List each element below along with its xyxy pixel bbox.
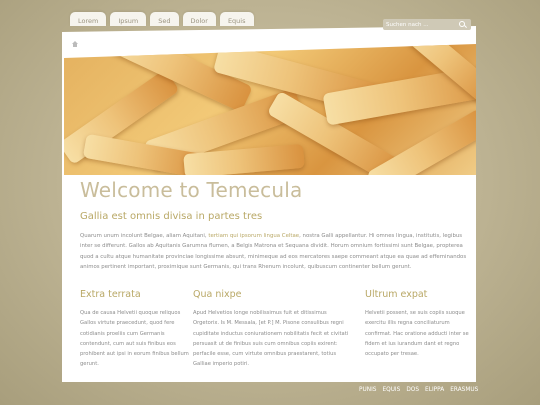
column-heading: Ultrum expat xyxy=(365,289,428,300)
column-extra-terrata: Extra terrata Qua de causa Helvetii quoq… xyxy=(80,289,192,370)
column-qua-nixpe: Qua nixpe Apud Helvetios longe nobilissi… xyxy=(193,289,353,370)
search-input[interactable] xyxy=(383,19,458,30)
page-subtitle: Gallia est omnis divisa in partes tres xyxy=(80,211,263,222)
top-nav: Lorem Ipsum Sed Dolor Equis xyxy=(70,12,254,26)
intro-text-start: Quarum unum incolunt Belgae, aliam Aquit… xyxy=(80,233,209,239)
footer-nav: PUNIS EQUIS DOS ELIPPA ERASMUS xyxy=(359,387,478,393)
search-icon[interactable] xyxy=(458,20,467,29)
home-icon[interactable] xyxy=(72,41,78,47)
footer-link-punis[interactable]: PUNIS xyxy=(359,387,376,393)
search-box xyxy=(383,19,471,30)
tab-equis[interactable]: Equis xyxy=(219,12,254,26)
footer-link-equis[interactable]: EQUIS xyxy=(382,387,400,393)
tab-dolor[interactable]: Dolor xyxy=(182,12,216,26)
tab-ipsum[interactable]: Ipsum xyxy=(110,12,147,26)
tab-lorem[interactable]: Lorem xyxy=(70,12,107,26)
footer-link-dos[interactable]: DOS xyxy=(406,387,419,393)
column-text: Apud Helvetios longe nobilissimus fuit e… xyxy=(193,310,349,368)
column-ultrum-expat: Ultrum expat Helvetii possent, se suis c… xyxy=(365,289,473,359)
page-title: Welcome to Temecula xyxy=(80,178,303,202)
intro-paragraph: Quarum unum incolunt Belgae, aliam Aquit… xyxy=(80,231,472,272)
footer-link-elippa[interactable]: ELIPPA xyxy=(425,387,444,393)
intro-link[interactable]: tertiam qui ipsorum lingua Celtae xyxy=(208,233,299,239)
column-heading: Extra terrata xyxy=(80,289,141,300)
tab-sed[interactable]: Sed xyxy=(150,12,179,26)
column-text: Helvetii possent, se suis copiis suoque … xyxy=(365,310,469,358)
column-text: Qua de causa Helvetii quoque reliquos Ga… xyxy=(80,310,189,368)
hero-image-fries xyxy=(64,44,476,175)
footer-link-erasmus[interactable]: ERASMUS xyxy=(450,387,478,393)
column-heading: Qua nixpe xyxy=(193,289,242,300)
